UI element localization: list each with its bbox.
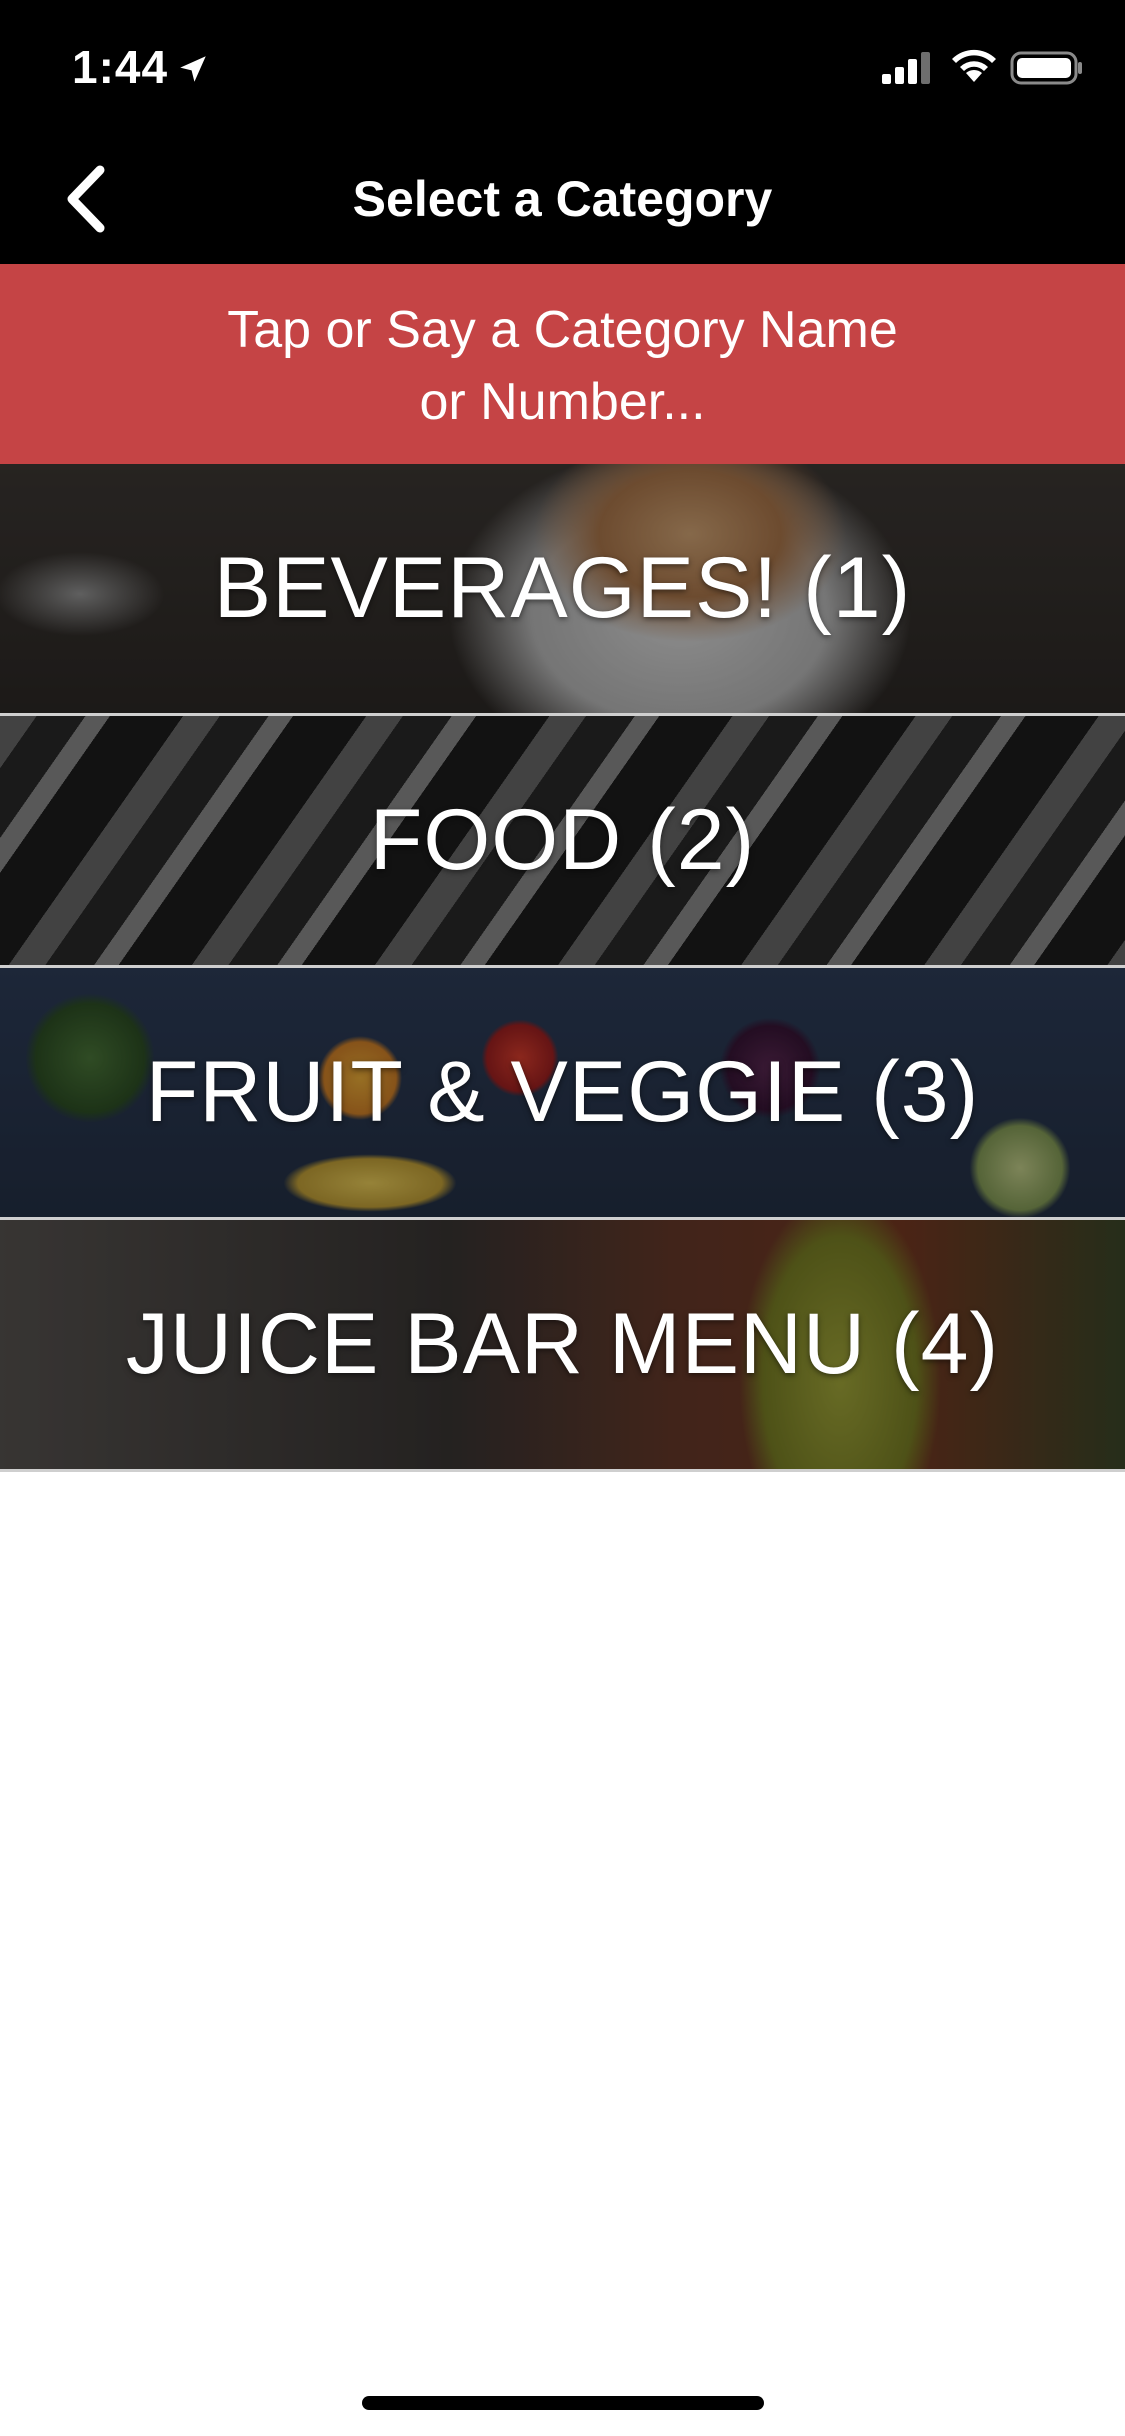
navigation-bar: Select a Category bbox=[0, 132, 1125, 264]
category-food[interactable]: FOOD (2) bbox=[0, 716, 1125, 968]
instruction-banner: Tap or Say a Category Name or Number... bbox=[0, 264, 1125, 464]
status-time: 1:44 bbox=[72, 41, 169, 93]
category-juice-bar[interactable]: JUICE BAR MENU (4) bbox=[0, 1220, 1125, 1472]
category-label: BEVERAGES! (1) bbox=[213, 540, 912, 636]
instruction-line-1: Tap or Say a Category Name bbox=[227, 301, 898, 359]
battery-icon bbox=[1010, 51, 1082, 85]
wifi-icon bbox=[952, 49, 996, 82]
category-fruit-veggie[interactable]: FRUIT & VEGGIE (3) bbox=[0, 968, 1125, 1220]
category-label: FRUIT & VEGGIE (3) bbox=[145, 1044, 980, 1140]
page-title: Select a Category bbox=[352, 171, 773, 227]
cellular-signal-icon bbox=[882, 52, 930, 84]
category-beverages[interactable]: BEVERAGES! (1) bbox=[0, 464, 1125, 716]
location-arrow-icon bbox=[180, 56, 206, 82]
instruction-line-2: or Number... bbox=[419, 373, 706, 431]
category-label: FOOD (2) bbox=[369, 792, 756, 888]
category-label: JUICE BAR MENU (4) bbox=[125, 1296, 1000, 1392]
status-bar: 1:44 bbox=[0, 0, 1125, 132]
home-indicator[interactable] bbox=[362, 2396, 764, 2410]
category-list: BEVERAGES! (1) FOOD (2) FRUIT & VEGGIE (… bbox=[0, 464, 1125, 1472]
